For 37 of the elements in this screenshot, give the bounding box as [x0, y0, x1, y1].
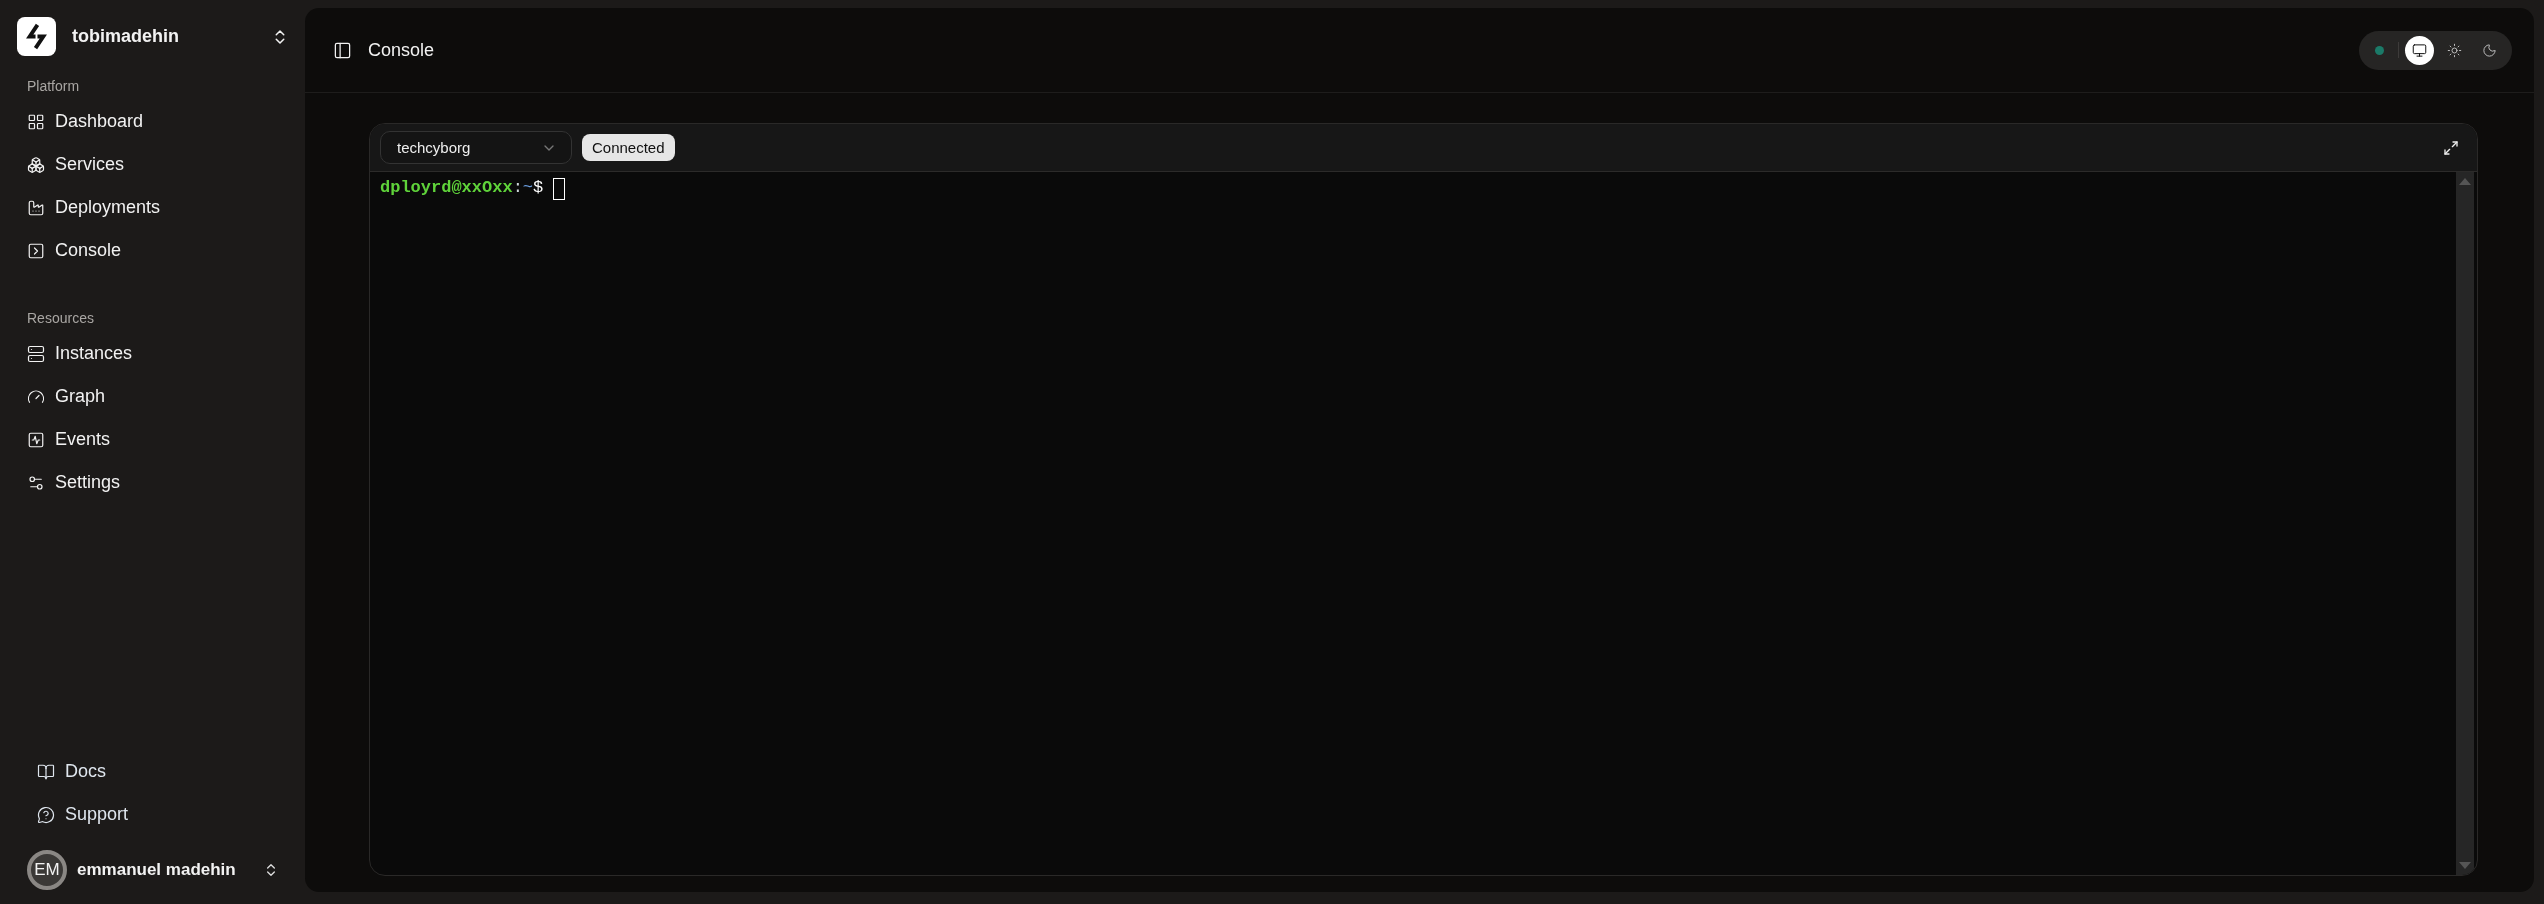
sidebar-toggle-icon[interactable]: [333, 40, 352, 60]
settings-icon: [27, 473, 45, 492]
sidebar-item[interactable]: Settings: [17, 461, 289, 504]
boxes-icon: [27, 155, 45, 174]
activity-icon: [27, 430, 45, 449]
section-label: Resources: [26, 310, 95, 326]
monitor-icon: [2412, 42, 2427, 58]
user-name: emmanuel madehin: [77, 860, 237, 880]
help-icon: [37, 805, 55, 824]
expand-icon[interactable]: [2443, 139, 2459, 156]
sidebar-link[interactable]: Support: [17, 793, 289, 836]
status-badge: Connected: [582, 134, 675, 161]
terminal-icon: [27, 241, 45, 260]
gauge-icon: [27, 387, 45, 406]
sidebar-item[interactable]: Events: [17, 418, 289, 461]
host-select[interactable]: techcyborg: [380, 131, 572, 164]
workspace-name: tobimadehin: [72, 26, 180, 47]
sidebar-link[interactable]: Docs: [17, 750, 289, 793]
sun-icon: [2447, 42, 2462, 58]
logo-icon: [17, 17, 56, 56]
sidebar-item[interactable]: Deployments: [17, 186, 289, 229]
book-icon: [37, 762, 55, 781]
sidebar-item[interactable]: Console: [17, 229, 289, 272]
server-icon: [27, 344, 45, 363]
user-avatar: EM: [27, 850, 67, 890]
theme-button[interactable]: [2405, 35, 2434, 65]
section-label: Platform: [26, 78, 81, 94]
moon-icon: [2482, 42, 2497, 58]
sidebar-item[interactable]: Graph: [17, 375, 289, 418]
grid-icon: [27, 112, 45, 131]
sidebar-item[interactable]: Dashboard: [17, 100, 289, 143]
factory-icon: [27, 198, 45, 217]
sidebar-item[interactable]: Services: [17, 143, 289, 186]
page-title: Console: [368, 39, 436, 61]
sidebar-item[interactable]: Instances: [17, 332, 289, 375]
terminal-cursor: [553, 178, 566, 200]
terminal-prompt: dployrd@xxOxx:~$: [380, 178, 544, 197]
